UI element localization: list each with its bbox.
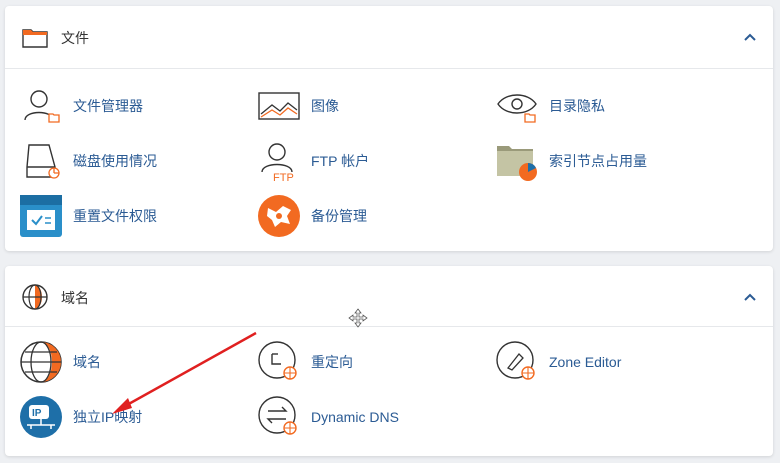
- dedicated-ip-icon: IP: [19, 395, 63, 439]
- move-cursor-icon: [348, 308, 368, 328]
- dynamic-dns-label: Dynamic DNS: [311, 409, 399, 425]
- folder-icon: [22, 29, 48, 48]
- images-item[interactable]: 图像: [257, 82, 339, 130]
- domains-panel-header[interactable]: 域名: [5, 266, 773, 327]
- globe-icon: [22, 284, 48, 310]
- images-icon: [257, 84, 301, 128]
- files-panel-header[interactable]: 文件: [5, 6, 773, 69]
- redirects-label: 重定向: [311, 354, 353, 370]
- backup-manager-icon: [257, 194, 301, 238]
- domains-icon: [19, 340, 63, 384]
- eye-icon: [495, 84, 539, 128]
- dedicated-ip-item[interactable]: IP 独立IP映射: [19, 393, 142, 441]
- reset-permissions-icon: [19, 194, 63, 238]
- chevron-up-icon[interactable]: [743, 30, 757, 44]
- file-manager-icon: [19, 84, 63, 128]
- disk-usage-label: 磁盘使用情况: [73, 153, 157, 169]
- inode-usage-label: 索引节点占用量: [549, 153, 647, 169]
- ftp-text: FTP: [273, 172, 294, 182]
- files-panel-title: 文件: [61, 30, 89, 46]
- ftp-accounts-icon: FTP: [257, 139, 301, 183]
- domains-panel-title: 域名: [61, 290, 89, 306]
- files-panel: 文件 文件管理器 图像 目录隐私 磁盘使用情况 FTP FTP 帐户 索引节点占…: [5, 6, 773, 251]
- dedicated-ip-label: 独立IP映射: [73, 409, 143, 425]
- zone-editor-icon: [495, 340, 539, 384]
- directory-privacy-item[interactable]: 目录隐私: [495, 82, 605, 130]
- ftp-accounts-item[interactable]: FTP FTP 帐户: [257, 137, 369, 185]
- backup-manager-label: 备份管理: [311, 208, 367, 224]
- reset-permissions-label: 重置文件权限: [73, 208, 157, 224]
- file-manager-item[interactable]: 文件管理器: [19, 82, 143, 130]
- dynamic-dns-item[interactable]: Dynamic DNS: [257, 393, 399, 441]
- inode-usage-icon: [495, 139, 539, 183]
- disk-usage-icon: [19, 139, 63, 183]
- inode-usage-item[interactable]: 索引节点占用量: [495, 137, 647, 185]
- disk-usage-item[interactable]: 磁盘使用情况: [19, 137, 157, 185]
- ip-text: IP: [32, 408, 42, 419]
- zone-editor-item[interactable]: Zone Editor: [495, 338, 621, 386]
- domains-label: 域名: [73, 354, 101, 370]
- backup-manager-item[interactable]: 备份管理: [257, 192, 367, 240]
- reset-permissions-item[interactable]: 重置文件权限: [19, 192, 157, 240]
- chevron-up-icon[interactable]: [743, 290, 757, 304]
- directory-privacy-label: 目录隐私: [549, 98, 605, 114]
- domains-item[interactable]: 域名: [19, 338, 101, 386]
- ftp-accounts-label: FTP 帐户: [311, 153, 370, 169]
- redirects-icon: [257, 340, 301, 384]
- domains-panel: 域名 域名 重定向 Zone Editor IP 独立IP映射 Dynamic …: [5, 266, 773, 456]
- images-label: 图像: [311, 98, 339, 114]
- file-manager-label: 文件管理器: [73, 98, 143, 114]
- zone-editor-label: Zone Editor: [549, 354, 622, 370]
- dynamic-dns-icon: [257, 395, 301, 439]
- redirects-item[interactable]: 重定向: [257, 338, 353, 386]
